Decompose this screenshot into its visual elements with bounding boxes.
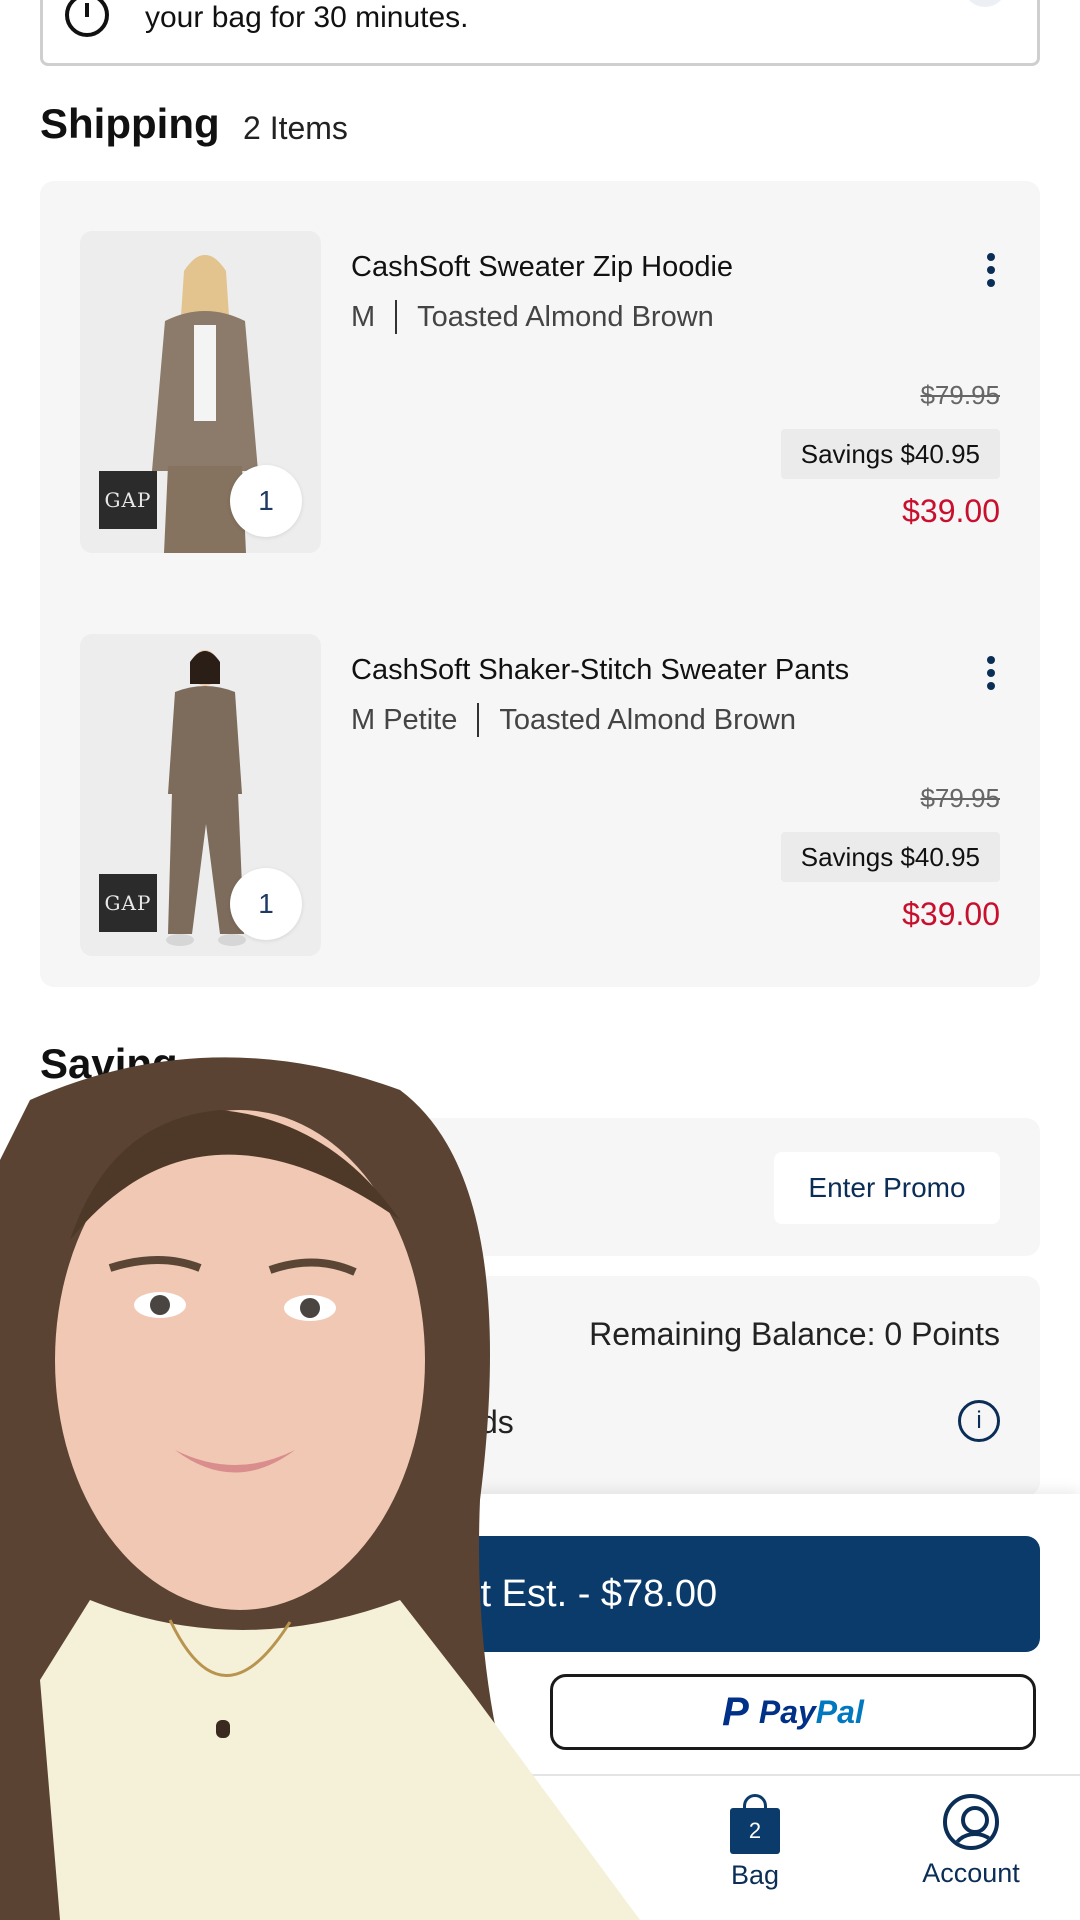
more-options-icon[interactable]	[986, 656, 996, 694]
paypal-wordmark: PayPal	[758, 1693, 864, 1730]
tab-bag[interactable]: 2 Bag	[700, 1792, 810, 1891]
product-size: M Petite	[351, 703, 458, 736]
product-variant: M Petite Toasted Almond Brown	[351, 703, 796, 737]
gap-logo: GAP	[99, 874, 157, 932]
gap-logo: GAP	[99, 471, 157, 529]
clock-icon	[65, 0, 109, 37]
close-banner-button[interactable]: ×	[963, 0, 1007, 7]
tab-account-label: Account	[922, 1858, 1020, 1888]
info-icon[interactable]: i	[958, 1400, 1000, 1442]
shipping-items-card: GAP 1 CashSoft Sweater Zip Hoodie M Toas…	[40, 181, 1040, 987]
product-image[interactable]: GAP 1	[80, 231, 321, 553]
quantity-badge[interactable]: 1	[230, 868, 302, 940]
tab-bag-label: Bag	[730, 1860, 780, 1890]
divider	[395, 300, 398, 334]
divider	[477, 703, 480, 737]
rewards-balance: Remaining Balance: 0 Points	[589, 1316, 1000, 1352]
more-options-icon[interactable]	[986, 253, 996, 291]
sale-price: $39.00	[902, 493, 1000, 529]
original-price: $79.95	[920, 380, 1000, 410]
original-price: $79.95	[920, 783, 1000, 813]
product-color: Toasted Almond Brown	[417, 300, 714, 333]
tab-account[interactable]: Account	[906, 1792, 1036, 1889]
savings-badge: Savings $40.95	[780, 832, 1000, 882]
savings-badge: Savings $40.95	[780, 429, 1000, 479]
shopping-bag-icon: 2	[730, 1794, 780, 1854]
product-image[interactable]: GAP 1	[80, 634, 321, 956]
cart-item: GAP 1 CashSoft Shaker-Stitch Sweater Pan…	[40, 634, 1040, 964]
sale-price: $39.00	[902, 896, 1000, 932]
product-size: M	[351, 300, 376, 333]
banner-message: your bag for 30 minutes.	[145, 1, 469, 34]
quantity-badge[interactable]: 1	[230, 465, 302, 537]
cart-item: GAP 1 CashSoft Sweater Zip Hoodie M Toas…	[40, 231, 1040, 561]
presenter-video-overlay	[0, 1057, 640, 1920]
bag-hold-banner: your bag for 30 minutes. ×	[40, 0, 1040, 66]
product-color: Toasted Almond Brown	[499, 703, 796, 736]
product-name[interactable]: CashSoft Sweater Zip Hoodie	[351, 251, 733, 284]
enter-promo-button[interactable]: Enter Promo	[774, 1152, 1000, 1224]
product-variant: M Toasted Almond Brown	[351, 300, 714, 334]
shipping-title: Shipping	[40, 100, 220, 147]
product-name[interactable]: CashSoft Shaker-Stitch Sweater Pants	[351, 654, 849, 687]
shipping-item-count: 2 Items	[243, 110, 348, 146]
paypal-logo-icon: P	[722, 1689, 749, 1734]
account-icon	[943, 1794, 999, 1850]
